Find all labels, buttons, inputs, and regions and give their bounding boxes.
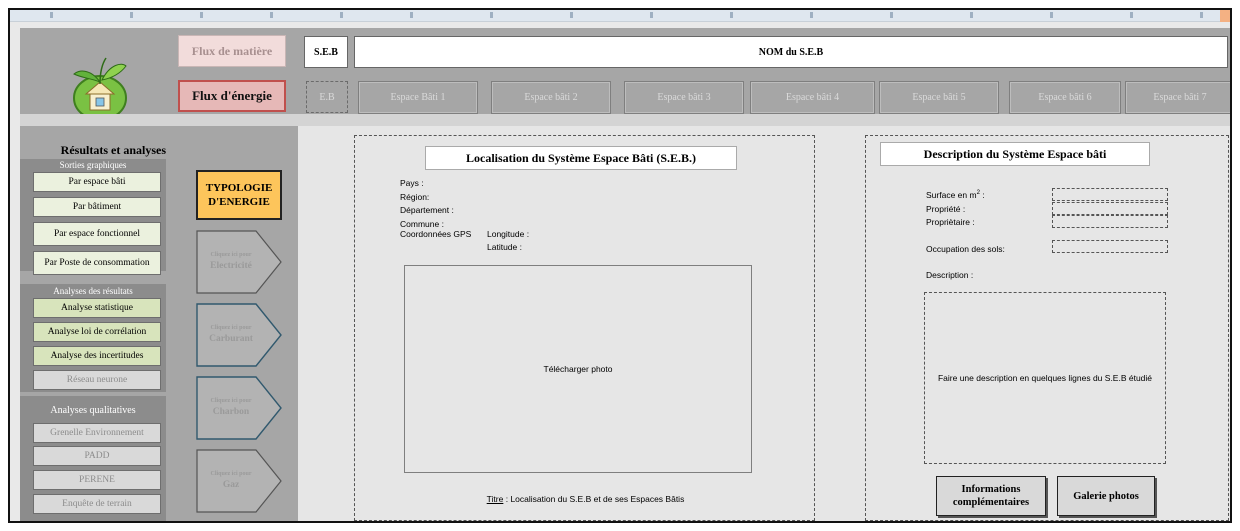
latitude-label: Latitude : [487,242,522,252]
par-espace-bati-button[interactable]: Par espace bâti [33,172,161,192]
workbook-frame: Flux de matière Flux d'énergie S.E.B NOM… [8,8,1232,523]
localisation-title: Localisation du Système Espace Bâti (S.E… [425,146,737,170]
espace-bati-3-button[interactable]: Espace bâti 3 [624,81,744,114]
separator-row [20,114,1230,126]
enquete-terrain-button[interactable]: Enquête de terrain [33,494,161,514]
propriete-label: Propriété : [926,204,966,214]
flux-energie-button[interactable]: Flux d'énergie [178,80,286,112]
padd-button[interactable]: PADD [33,446,161,466]
par-espace-fonctionnel-button[interactable]: Par espace fonctionnel [33,222,161,246]
qualitatives-header: Analyses qualitatives [50,405,136,416]
column-ruler [10,10,1230,22]
description-placeholder: Faire une description en quelques lignes… [937,373,1153,383]
analyse-incertitudes-button[interactable]: Analyse des incertitudes [33,346,161,366]
par-poste-consommation-button[interactable]: Par Poste de consommation [33,251,161,275]
carburant-label: Carburant [209,334,253,344]
pays-label: Pays : [400,178,424,188]
espace-bati-5-button[interactable]: Espace bâti 5 [879,81,999,114]
espace-bati-6-button[interactable]: Espace bâti 6 [1009,81,1121,114]
analyse-correlation-button[interactable]: Analyse loi de corrélation [33,322,161,342]
description-title: Description du Système Espace bâti [880,142,1150,166]
gaz-label: Gaz [222,480,240,490]
charbon-arrow-button[interactable]: Cliquez ici pour Charbon [196,376,282,440]
coordonnees-label: Coordonnées GPS [400,229,472,239]
results-sidebar: Résultats et analyses Sorties graphiques… [20,126,170,521]
localisation-caption: Titre : Localisation du S.E.B et de ses … [355,494,816,504]
localisation-panel: Localisation du Système Espace Bâti (S.E… [354,135,815,521]
espace-bati-4-button[interactable]: Espace bâti 4 [750,81,875,114]
charbon-label: Charbon [212,407,250,417]
photo-upload-area[interactable]: Télécharger photo [404,265,752,473]
seb-label: S.E.B [304,36,348,68]
sheet-tab-marker [1220,10,1230,22]
carburant-arrow-button[interactable]: Cliquez ici pour Carburant [196,303,282,367]
results-title: Résultats et analyses [60,143,166,157]
analyse-statistique-button[interactable]: Analyse statistique [33,298,161,318]
galerie-photos-button[interactable]: Galerie photos [1057,476,1155,516]
caption-text: : Localisation du S.E.B et de ses Espace… [503,494,685,504]
description-label: Description : [926,270,974,280]
carburant-hint: Cliquez ici pour [210,325,252,331]
longitude-label: Longitude : [487,229,530,239]
occupation-field[interactable] [1052,240,1168,253]
description-panel: Description du Système Espace bâti Surfa… [865,135,1229,521]
espace-bati-1-button[interactable]: Espace Bâti 1 [358,81,478,114]
departement-label: Département : [400,205,454,215]
energy-column: TYPOLOGIE D'ENERGIE Cliquez ici pour Ele… [170,126,298,521]
seb-name-field[interactable]: NOM du S.E.B [354,36,1228,68]
description-textarea[interactable]: Faire une description en quelques lignes… [924,292,1166,464]
photo-upload-label: Télécharger photo [543,364,613,374]
charbon-hint: Cliquez ici pour [210,398,252,404]
reseau-neurone-button[interactable]: Réseau neurone [33,370,161,390]
analyses-header: Analyses des résultats [53,286,133,296]
proprietaire-field[interactable] [1052,215,1168,228]
sorties-header: Sorties graphiques [59,160,127,170]
caption-title-label: Titre [486,494,504,504]
electricite-hint: Cliquez ici pour [210,252,252,258]
surface-field[interactable] [1052,188,1168,201]
proprietaire-label: Propriètaire : [926,217,975,227]
espace-bati-2-button[interactable]: Espace bâti 2 [491,81,611,114]
gaz-arrow-button[interactable]: Cliquez ici pour Gaz [196,449,282,513]
typologie-energie-button[interactable]: TYPOLOGIE D'ENERGIE [196,170,282,220]
espace-bati-7-button[interactable]: Espace bâti 7 [1125,81,1230,114]
commune-label: Commune : [400,219,444,229]
logo-area [20,28,170,121]
surface-label: Surface en m2 : [926,190,985,200]
region-label: Région: [400,192,430,202]
electricite-arrow-button[interactable]: Cliquez ici pour Electricité [196,230,282,294]
gaz-hint: Cliquez ici pour [210,471,252,477]
informations-button[interactable]: Informations complémentaires [936,476,1046,516]
perene-button[interactable]: PERENE [33,470,161,490]
flux-matiere-button[interactable]: Flux de matière [178,35,286,67]
eb-button[interactable]: E.B [306,81,348,113]
grenelle-button[interactable]: Grenelle Environnement [33,423,161,443]
electricite-label: Electricité [210,261,252,271]
seb-header: S.E.B NOM du S.E.B E.B Espace Bâti 1 Esp… [298,28,1230,114]
par-batiment-button[interactable]: Par bâtiment [33,197,161,217]
occupation-label: Occupation des sols: [926,244,1005,254]
flux-selector: Flux de matière Flux d'énergie [170,28,298,114]
main-area: Localisation du Système Espace Bâti (S.E… [298,126,1230,521]
propriete-field[interactable] [1052,202,1168,215]
